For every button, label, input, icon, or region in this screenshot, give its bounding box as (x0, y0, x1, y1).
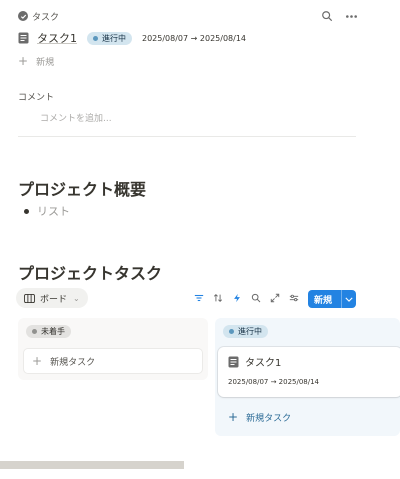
board-column-in-progress: 進行中 タスク1 2025/08/07 → 2025/08/14 + 新規タスク (215, 318, 400, 436)
overview-heading: プロジェクト概要 (18, 180, 147, 199)
card-title: タスク1 (245, 358, 282, 369)
status-dot (93, 35, 98, 41)
add-task-button[interactable]: + 新規タスク (220, 404, 400, 430)
column-status-badge[interactable]: 進行中 (223, 325, 268, 338)
board-view-tab[interactable]: ボード ⌄ (16, 288, 88, 308)
comments-label: コメント (18, 93, 55, 103)
add-task-button[interactable]: + 新規タスク (23, 348, 203, 374)
bullet-list-item[interactable]: リスト (24, 203, 70, 219)
page-icon (18, 32, 29, 44)
bullet-icon (24, 208, 29, 214)
comment-input[interactable]: コメントを追加... (40, 111, 112, 124)
new-task-button[interactable]: 新規 (308, 290, 356, 308)
board-column-todo: 未着手 + 新規タスク (18, 318, 208, 380)
project-tasks-heading: プロジェクトタスク (18, 264, 163, 283)
filter-icon[interactable] (192, 291, 206, 305)
search-icon[interactable] (249, 291, 263, 305)
top-bar: タスク (18, 8, 358, 24)
status-dot (32, 329, 37, 334)
page-icon (228, 356, 239, 367)
expand-icon[interactable] (268, 291, 282, 305)
status-badge[interactable]: 進行中 (87, 31, 132, 45)
column-status-badge[interactable]: 未着手 (26, 325, 71, 338)
task-dates: 2025/08/07 → 2025/08/14 (142, 33, 247, 43)
breadcrumb-title[interactable]: タスク (32, 10, 59, 23)
plus-icon: + (228, 410, 239, 424)
board-toolbar (192, 291, 301, 305)
chevron-down-icon: ⌄ (73, 293, 80, 303)
plus-icon: + (32, 354, 43, 368)
search-icon[interactable] (320, 9, 334, 23)
check-circle-icon (18, 11, 28, 21)
task-row[interactable]: タスク1 進行中 2025/08/07 → 2025/08/14 (18, 30, 246, 46)
chevron-down-icon[interactable] (342, 297, 356, 302)
new-item-button[interactable]: + 新規 (18, 54, 54, 68)
divider (18, 136, 356, 137)
plus-icon: + (18, 54, 29, 68)
board-icon (24, 293, 35, 303)
more-icon[interactable] (344, 9, 358, 23)
lightning-icon[interactable] (230, 291, 244, 305)
settings-icon[interactable] (287, 291, 301, 305)
sort-icon[interactable] (211, 291, 225, 305)
horizontal-scrollbar[interactable] (0, 461, 184, 469)
task-card[interactable]: タスク1 2025/08/07 → 2025/08/14 (218, 347, 400, 397)
status-dot (229, 329, 234, 334)
card-dates: 2025/08/07 → 2025/08/14 (228, 378, 320, 386)
task-name[interactable]: タスク1 (37, 30, 77, 46)
